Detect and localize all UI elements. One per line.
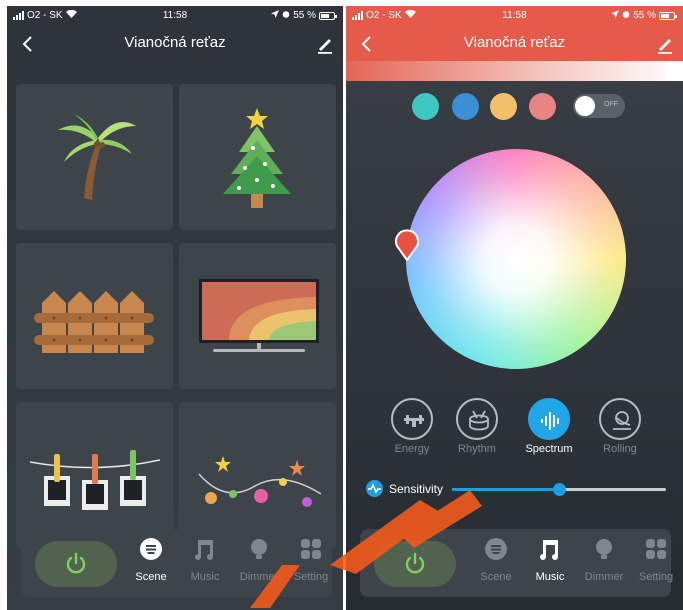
page-title: Vianočná reťaz xyxy=(463,34,566,51)
scene-tile-photo-clothesline[interactable] xyxy=(16,402,173,548)
battery-percent: 55 % xyxy=(633,10,656,21)
color-wheel[interactable] xyxy=(406,149,626,369)
palm-tree-icon xyxy=(58,114,136,200)
music-icon xyxy=(540,540,558,560)
scene-tile-christmas-tree[interactable] xyxy=(179,84,336,230)
nav-bar: Vianočná reťaz xyxy=(7,26,343,66)
toggle-knob xyxy=(575,96,595,116)
tab-dimmer[interactable]: Dimmer xyxy=(231,537,287,593)
bottom-bar: Scene Music Dimmer Setting xyxy=(21,529,332,597)
battery-icon xyxy=(659,11,677,20)
power-icon xyxy=(66,552,86,574)
battery-icon xyxy=(319,11,337,20)
bulb-icon xyxy=(251,539,267,559)
power-button[interactable] xyxy=(374,541,456,587)
sensitivity-slider-fill xyxy=(452,488,559,491)
brightness-slider-knob[interactable] xyxy=(665,61,683,81)
music-icon xyxy=(195,540,213,560)
tab-music[interactable]: Music xyxy=(522,537,578,593)
bottom-bar: Scene Music Dimmer Setting xyxy=(360,529,673,597)
mode-spectrum-label: Spectrum xyxy=(525,443,573,455)
tv-rainbow-icon xyxy=(199,279,319,352)
photo-clothesline-icon xyxy=(30,450,160,510)
mode-energy[interactable]: Energy xyxy=(382,398,442,455)
location-icon xyxy=(271,10,280,21)
pulse-icon xyxy=(366,480,383,497)
mode-rhythm-label: Rhythm xyxy=(458,443,496,455)
energy-icon xyxy=(404,415,424,427)
color-swatch-blue[interactable] xyxy=(452,93,479,120)
sensitivity-slider[interactable] xyxy=(452,483,666,496)
nav-bar: Vianočná reťaz xyxy=(346,26,683,66)
alarm-icon xyxy=(282,10,290,21)
edit-icon xyxy=(318,39,332,54)
mode-energy-label: Energy xyxy=(394,443,430,455)
status-bar: O2 - SK 11:58 55 % xyxy=(346,6,683,26)
christmas-tree-icon xyxy=(223,108,291,208)
power-button[interactable] xyxy=(35,541,117,587)
tab-dimmer-label: Dimmer xyxy=(584,571,624,583)
rolling-icon xyxy=(613,411,631,430)
scene-icon xyxy=(485,538,507,560)
scene-icon xyxy=(140,538,162,560)
tab-scene[interactable]: Scene xyxy=(123,537,179,593)
mode-rolling-label: Rolling xyxy=(603,443,637,455)
music-screen: O2 - SK 11:58 55 % Vianočná reťaz OFF En… xyxy=(346,6,683,610)
tab-scene[interactable]: Scene xyxy=(468,537,524,593)
tab-setting[interactable]: Setting xyxy=(283,537,339,593)
scene-screen: O2 - SK 11:58 55 % Vianočná reťaz Scene … xyxy=(7,6,343,610)
sensitivity-label: Sensitivity xyxy=(389,482,444,496)
color-swatch-pink[interactable] xyxy=(529,93,556,120)
tab-scene-label: Scene xyxy=(135,571,167,583)
toggle-label: OFF xyxy=(604,101,618,108)
spectrum-icon xyxy=(541,412,559,430)
mode-rolling[interactable]: Rolling xyxy=(590,398,650,455)
location-icon xyxy=(611,10,620,21)
drum-icon xyxy=(469,410,489,431)
bulb-icon xyxy=(596,539,612,559)
color-picker-pin[interactable] xyxy=(394,229,420,261)
edit-button[interactable] xyxy=(655,34,675,54)
sensitivity-control: Sensitivity xyxy=(366,474,666,504)
edit-button[interactable] xyxy=(315,34,335,54)
tab-music-label: Music xyxy=(535,571,565,583)
mode-spectrum[interactable]: Spectrum xyxy=(519,398,579,455)
tab-setting-label: Setting xyxy=(293,571,329,583)
scene-tile-fence[interactable] xyxy=(16,243,173,389)
color-swatch-teal[interactable] xyxy=(412,93,439,120)
tab-dimmer[interactable]: Dimmer xyxy=(576,537,632,593)
color-swatch-yellow[interactable] xyxy=(490,93,517,120)
status-bar: O2 - SK 11:58 55 % xyxy=(7,6,343,26)
tab-music-label: Music xyxy=(190,571,220,583)
scene-tile-tv-rainbow[interactable] xyxy=(179,243,336,389)
sensitivity-slider-handle[interactable] xyxy=(553,483,566,496)
scene-tile-palm[interactable] xyxy=(16,84,173,230)
tab-setting[interactable]: Setting xyxy=(628,537,683,593)
tab-dimmer-label: Dimmer xyxy=(239,571,279,583)
battery-percent: 55 % xyxy=(293,10,316,21)
tab-scene-label: Scene xyxy=(480,571,512,583)
setting-icon xyxy=(646,539,666,559)
tab-setting-label: Setting xyxy=(638,571,674,583)
setting-icon xyxy=(301,539,321,559)
mode-rhythm[interactable]: Rhythm xyxy=(447,398,507,455)
fence-icon xyxy=(34,291,154,353)
scene-tile-string-lights[interactable] xyxy=(179,402,336,548)
power-icon xyxy=(405,552,425,574)
alarm-icon xyxy=(622,10,630,21)
page-title: Vianočná reťaz xyxy=(124,34,226,51)
edit-icon xyxy=(658,39,672,54)
string-lights-icon xyxy=(198,456,322,507)
power-toggle[interactable]: OFF xyxy=(573,94,625,118)
tab-music[interactable]: Music xyxy=(177,537,233,593)
brightness-slider[interactable] xyxy=(346,61,683,81)
